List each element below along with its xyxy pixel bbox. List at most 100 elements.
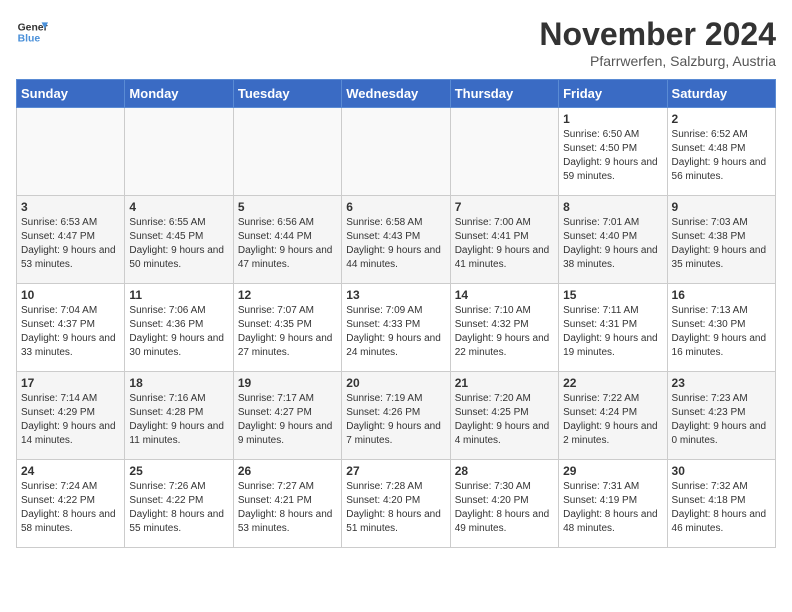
- calendar-cell: 18 Sunrise: 7:16 AM Sunset: 4:28 PM Dayli…: [125, 372, 233, 460]
- day-number: 22: [563, 376, 662, 390]
- day-number: 6: [346, 200, 445, 214]
- day-number: 29: [563, 464, 662, 478]
- day-info: Sunrise: 7:01 AM Sunset: 4:40 PM Dayligh…: [563, 216, 662, 272]
- weekday-header-wednesday: Wednesday: [342, 80, 450, 108]
- calendar-cell: 12 Sunrise: 7:07 AM Sunset: 4:35 PM Dayli…: [233, 284, 341, 372]
- calendar-cell: 29Sunrise: 7:31 AM Sunset: 4:19 PM Dayli…: [559, 460, 667, 548]
- day-number: 21: [455, 376, 554, 390]
- calendar-cell: 23 Sunrise: 7:23 AM Sunset: 4:23 PM Dayli…: [667, 372, 775, 460]
- calendar-cell: 14Sunrise: 7:10 AM Sunset: 4:32 PM Dayli…: [450, 284, 558, 372]
- day-info: Sunrise: 7:11 AM Sunset: 4:31 PM Dayligh…: [563, 304, 662, 360]
- day-info: Sunrise: 7:20 AM Sunset: 4:25 PM Dayligh…: [455, 392, 554, 448]
- week-row-4: 17Sunrise: 7:14 AM Sunset: 4:29 PM Dayli…: [17, 372, 776, 460]
- week-row-5: 24 Sunrise: 7:24 AM Sunset: 4:22 PM Dayli…: [17, 460, 776, 548]
- day-info: Sunrise: 7:17 AM Sunset: 4:27 PM Dayligh…: [238, 392, 337, 448]
- day-number: 26: [238, 464, 337, 478]
- day-number: 18: [129, 376, 228, 390]
- calendar-cell: 8 Sunrise: 7:01 AM Sunset: 4:40 PM Daylig…: [559, 196, 667, 284]
- weekday-header-sunday: Sunday: [17, 80, 125, 108]
- day-number: 13: [346, 288, 445, 302]
- calendar-cell: [125, 108, 233, 196]
- weekday-header-saturday: Saturday: [667, 80, 775, 108]
- calendar-cell: 13Sunrise: 7:09 AM Sunset: 4:33 PM Dayli…: [342, 284, 450, 372]
- calendar-cell: 4 Sunrise: 6:55 AM Sunset: 4:45 PM Daylig…: [125, 196, 233, 284]
- calendar-cell: [342, 108, 450, 196]
- calendar-cell: [17, 108, 125, 196]
- calendar-title: November 2024: [539, 16, 776, 53]
- day-info: Sunrise: 7:03 AM Sunset: 4:38 PM Dayligh…: [672, 216, 771, 272]
- weekday-header-row: SundayMondayTuesdayWednesdayThursdayFrid…: [17, 80, 776, 108]
- day-info: Sunrise: 6:53 AM Sunset: 4:47 PM Dayligh…: [21, 216, 120, 272]
- calendar-cell: 1 Sunrise: 6:50 AM Sunset: 4:50 PM Daylig…: [559, 108, 667, 196]
- day-number: 5: [238, 200, 337, 214]
- calendar-cell: 27 Sunrise: 7:28 AM Sunset: 4:20 PM Dayli…: [342, 460, 450, 548]
- calendar-cell: 5 Sunrise: 6:56 AM Sunset: 4:44 PM Daylig…: [233, 196, 341, 284]
- day-number: 27: [346, 464, 445, 478]
- day-info: Sunrise: 6:52 AM Sunset: 4:48 PM Dayligh…: [672, 128, 771, 184]
- day-number: 1: [563, 112, 662, 126]
- day-info: Sunrise: 7:10 AM Sunset: 4:32 PM Dayligh…: [455, 304, 554, 360]
- week-row-1: 1 Sunrise: 6:50 AM Sunset: 4:50 PM Daylig…: [17, 108, 776, 196]
- day-number: 9: [672, 200, 771, 214]
- day-number: 28: [455, 464, 554, 478]
- day-number: 12: [238, 288, 337, 302]
- calendar-cell: [450, 108, 558, 196]
- day-info: Sunrise: 7:19 AM Sunset: 4:26 PM Dayligh…: [346, 392, 445, 448]
- calendar-subtitle: Pfarrwerfen, Salzburg, Austria: [539, 53, 776, 69]
- title-section: November 2024 Pfarrwerfen, Salzburg, Aus…: [539, 16, 776, 69]
- day-info: Sunrise: 7:07 AM Sunset: 4:35 PM Dayligh…: [238, 304, 337, 360]
- day-info: Sunrise: 7:32 AM Sunset: 4:18 PM Dayligh…: [672, 480, 771, 536]
- day-info: Sunrise: 7:14 AM Sunset: 4:29 PM Dayligh…: [21, 392, 120, 448]
- day-number: 20: [346, 376, 445, 390]
- day-info: Sunrise: 7:06 AM Sunset: 4:36 PM Dayligh…: [129, 304, 228, 360]
- day-info: Sunrise: 7:04 AM Sunset: 4:37 PM Dayligh…: [21, 304, 120, 360]
- calendar-cell: 26 Sunrise: 7:27 AM Sunset: 4:21 PM Dayli…: [233, 460, 341, 548]
- weekday-header-monday: Monday: [125, 80, 233, 108]
- calendar-cell: 9 Sunrise: 7:03 AM Sunset: 4:38 PM Daylig…: [667, 196, 775, 284]
- day-info: Sunrise: 6:56 AM Sunset: 4:44 PM Dayligh…: [238, 216, 337, 272]
- day-info: Sunrise: 6:50 AM Sunset: 4:50 PM Dayligh…: [563, 128, 662, 184]
- day-info: Sunrise: 7:28 AM Sunset: 4:20 PM Dayligh…: [346, 480, 445, 536]
- calendar-table: SundayMondayTuesdayWednesdayThursdayFrid…: [16, 79, 776, 548]
- day-number: 11: [129, 288, 228, 302]
- day-number: 3: [21, 200, 120, 214]
- svg-text:Blue: Blue: [18, 34, 41, 45]
- week-row-2: 3 Sunrise: 6:53 AM Sunset: 4:47 PM Daylig…: [17, 196, 776, 284]
- day-info: Sunrise: 7:23 AM Sunset: 4:23 PM Dayligh…: [672, 392, 771, 448]
- day-number: 2: [672, 112, 771, 126]
- day-number: 8: [563, 200, 662, 214]
- day-number: 7: [455, 200, 554, 214]
- day-number: 16: [672, 288, 771, 302]
- day-number: 24: [21, 464, 120, 478]
- calendar-cell: 30 Sunrise: 7:32 AM Sunset: 4:18 PM Dayli…: [667, 460, 775, 548]
- header: General Blue November 2024 Pfarrwerfen, …: [16, 16, 776, 69]
- calendar-cell: 2 Sunrise: 6:52 AM Sunset: 4:48 PM Daylig…: [667, 108, 775, 196]
- day-number: 30: [672, 464, 771, 478]
- calendar-cell: 15 Sunrise: 7:11 AM Sunset: 4:31 PM Dayli…: [559, 284, 667, 372]
- day-info: Sunrise: 7:22 AM Sunset: 4:24 PM Dayligh…: [563, 392, 662, 448]
- day-info: Sunrise: 7:27 AM Sunset: 4:21 PM Dayligh…: [238, 480, 337, 536]
- day-info: Sunrise: 7:24 AM Sunset: 4:22 PM Dayligh…: [21, 480, 120, 536]
- day-number: 15: [563, 288, 662, 302]
- day-info: Sunrise: 7:30 AM Sunset: 4:20 PM Dayligh…: [455, 480, 554, 536]
- day-info: Sunrise: 7:13 AM Sunset: 4:30 PM Dayligh…: [672, 304, 771, 360]
- logo: General Blue: [16, 16, 48, 48]
- day-info: Sunrise: 6:58 AM Sunset: 4:43 PM Dayligh…: [346, 216, 445, 272]
- day-number: 4: [129, 200, 228, 214]
- day-number: 23: [672, 376, 771, 390]
- day-info: Sunrise: 7:00 AM Sunset: 4:41 PM Dayligh…: [455, 216, 554, 272]
- calendar-cell: 11 Sunrise: 7:06 AM Sunset: 4:36 PM Dayli…: [125, 284, 233, 372]
- week-row-3: 10 Sunrise: 7:04 AM Sunset: 4:37 PM Dayli…: [17, 284, 776, 372]
- day-number: 10: [21, 288, 120, 302]
- day-info: Sunrise: 7:16 AM Sunset: 4:28 PM Dayligh…: [129, 392, 228, 448]
- calendar-cell: 7 Sunrise: 7:00 AM Sunset: 4:41 PM Daylig…: [450, 196, 558, 284]
- day-info: Sunrise: 7:26 AM Sunset: 4:22 PM Dayligh…: [129, 480, 228, 536]
- day-number: 19: [238, 376, 337, 390]
- calendar-cell: 25Sunrise: 7:26 AM Sunset: 4:22 PM Dayli…: [125, 460, 233, 548]
- weekday-header-tuesday: Tuesday: [233, 80, 341, 108]
- calendar-cell: 3 Sunrise: 6:53 AM Sunset: 4:47 PM Daylig…: [17, 196, 125, 284]
- day-info: Sunrise: 6:55 AM Sunset: 4:45 PM Dayligh…: [129, 216, 228, 272]
- weekday-header-thursday: Thursday: [450, 80, 558, 108]
- calendar-cell: 10 Sunrise: 7:04 AM Sunset: 4:37 PM Dayli…: [17, 284, 125, 372]
- calendar-cell: [233, 108, 341, 196]
